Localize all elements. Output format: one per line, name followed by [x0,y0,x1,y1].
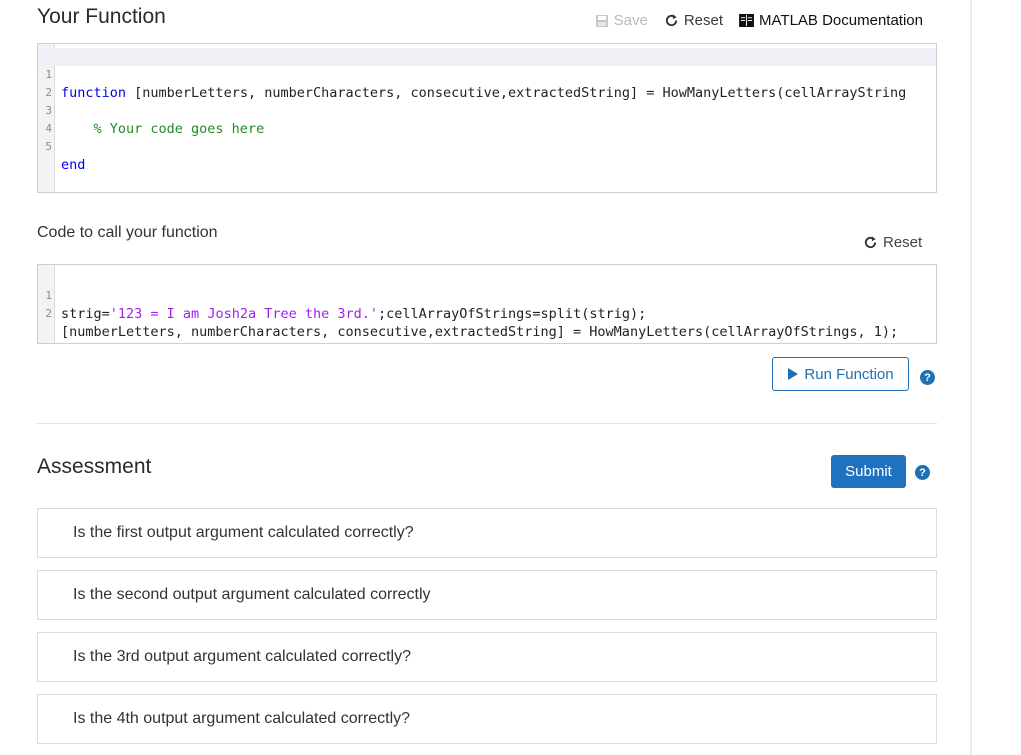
code-line: 4 [45,122,52,135]
save-button[interactable]: Save [595,12,648,29]
submit-button[interactable]: Submit [831,455,906,488]
keyword: end [61,157,86,173]
assessment-item[interactable]: Is the second output argument calculated… [37,570,937,620]
save-icon [595,14,608,27]
function-editor[interactable]: 1 function [numberLetters, numberCharact… [37,43,937,193]
call-section-label: Code to call your function [37,224,218,241]
save-label: Save [613,12,648,29]
reset-label: Reset [883,234,923,251]
matlab-documentation-link[interactable]: MATLAB Documentation [739,12,923,29]
reset-call-button[interactable]: Reset [863,234,922,251]
code-line: 3 % Your code goes here [45,104,265,137]
assessment-item[interactable]: Is the 3rd output argument calculated co… [37,632,937,682]
code-line: 5 end [45,140,86,173]
code-line: 1 strig='123 = I am Josh2a Tree the 3rd.… [45,289,647,322]
run-label: Run Function [804,365,894,383]
reset-label: Reset [683,12,724,29]
book-icon [739,14,754,27]
reset-icon [665,14,677,27]
play-icon [788,368,799,380]
reset-icon [864,236,877,249]
section-divider [37,423,937,424]
docs-label: MATLAB Documentation [759,12,923,29]
reset-function-button[interactable]: Reset [664,12,723,29]
run-help-icon[interactable]: ? [920,370,935,385]
assessment-title: Assessment [37,455,152,478]
code-line: 1 function [numberLetters, numberCharact… [38,48,936,101]
string-literal: '123 = I am Josh2a Tree the 3rd.' [109,306,378,322]
right-border [970,0,972,755]
assessment-item[interactable]: Is the 4th output argument calculated co… [37,694,937,744]
code-line: 2 [numberLetters, numberCharacters, cons… [45,307,899,340]
submit-help-icon[interactable]: ? [915,465,930,480]
call-editor[interactable]: 1 strig='123 = I am Josh2a Tree the 3rd.… [37,264,937,344]
function-toolbar: Save Reset MATLAB Documentation [595,12,923,29]
function-section-title: Your Function [37,5,166,28]
run-function-button[interactable]: Run Function [772,357,909,391]
assessment-item[interactable]: Is the first output argument calculated … [37,508,937,558]
code-line: 2 [45,86,52,99]
